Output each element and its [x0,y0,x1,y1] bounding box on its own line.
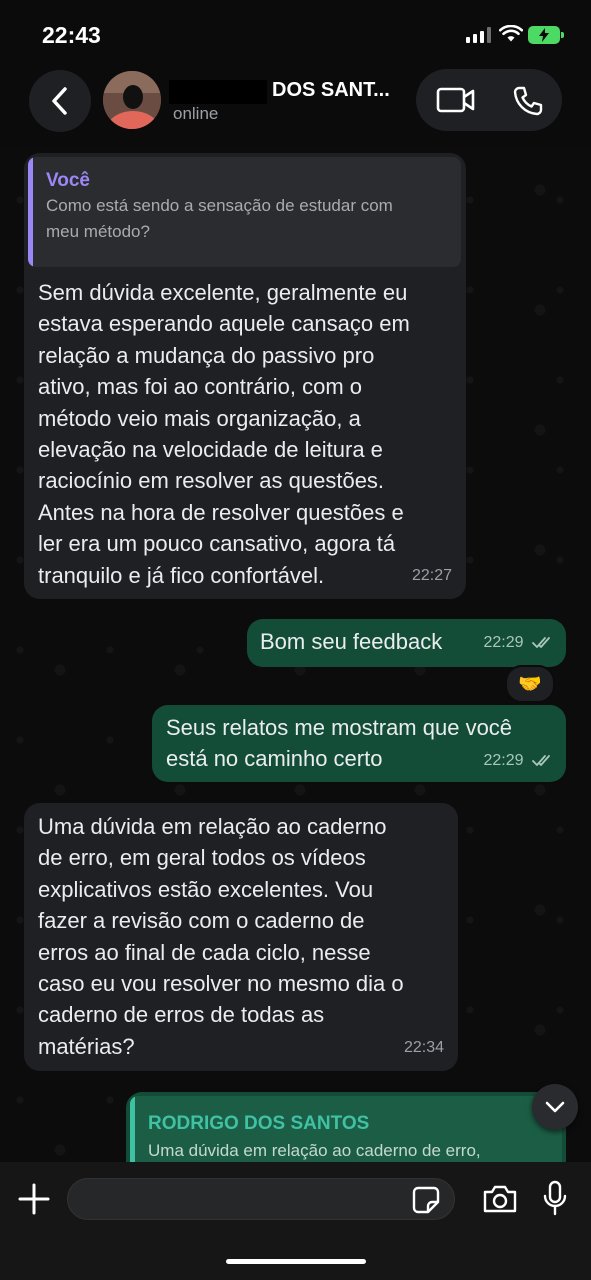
status-time: 22:43 [42,22,101,48]
quoted-message[interactable]: Você Como está sendo a sensação de estud… [28,157,461,267]
signal-icon [466,27,492,43]
double-check-icon [532,754,550,766]
avatar[interactable] [103,71,161,129]
microphone-icon[interactable] [543,1180,567,1218]
quote-text: Como está sendo a sensação de estudar co… [46,196,393,241]
message-text: Uma dúvida em relação ao caderno de erro… [38,814,404,1059]
message-bubble-outgoing[interactable]: Seus relatos me mostram que você está no… [152,705,566,782]
message-text: Bom seu feedback [260,629,443,654]
chat-header: DOS SANT... online [0,66,591,146]
message-time: 22:34 [403,1038,444,1056]
reaction-badge[interactable]: 🤝 [505,665,555,703]
contact-name[interactable]: DOS SANT... [272,79,390,102]
battery-icon [528,26,564,44]
quote-bar [28,157,33,267]
status-bar: 22:43 [0,0,591,66]
quote-text: Uma dúvida em relação ao caderno de erro… [148,1141,481,1160]
message-bubble-incoming[interactable]: Você Como está sendo a sensação de estud… [24,153,466,599]
chevron-left-icon [52,87,67,115]
redacted-name [169,80,267,104]
back-button[interactable] [29,70,91,132]
sticker-icon[interactable] [412,1186,440,1214]
scroll-to-bottom-button[interactable] [532,1084,578,1130]
message-meta: 22:29 [484,745,555,776]
call-actions [416,69,562,131]
double-check-icon [532,636,550,648]
quote-author: Você [46,170,91,191]
quote-author: RODRIGO DOS SANTOS [148,1113,370,1134]
message-bubble-incoming[interactable]: Uma dúvida em relação ao caderno de erro… [24,803,458,1071]
message-time: 22:27 [411,566,452,584]
message-text: Sem dúvida excelente, geralmente eu esta… [38,280,410,588]
wifi-icon [499,25,523,42]
phone-icon[interactable] [512,85,544,117]
camera-icon[interactable] [482,1184,518,1214]
chevron-down-icon [545,1101,565,1113]
message-time: 22:29 [483,633,524,651]
message-bubble-outgoing[interactable]: Bom seu feedback 22:29 [247,619,566,667]
home-indicator [226,1259,366,1264]
message-time: 22:29 [483,751,524,769]
plus-icon[interactable] [17,1182,51,1216]
contact-status: online [173,104,219,123]
message-input[interactable] [67,1178,455,1220]
video-icon[interactable] [436,87,476,113]
message-text: Seus relatos me mostram que você está no… [166,715,513,772]
message-meta: 22:29 [484,627,555,658]
